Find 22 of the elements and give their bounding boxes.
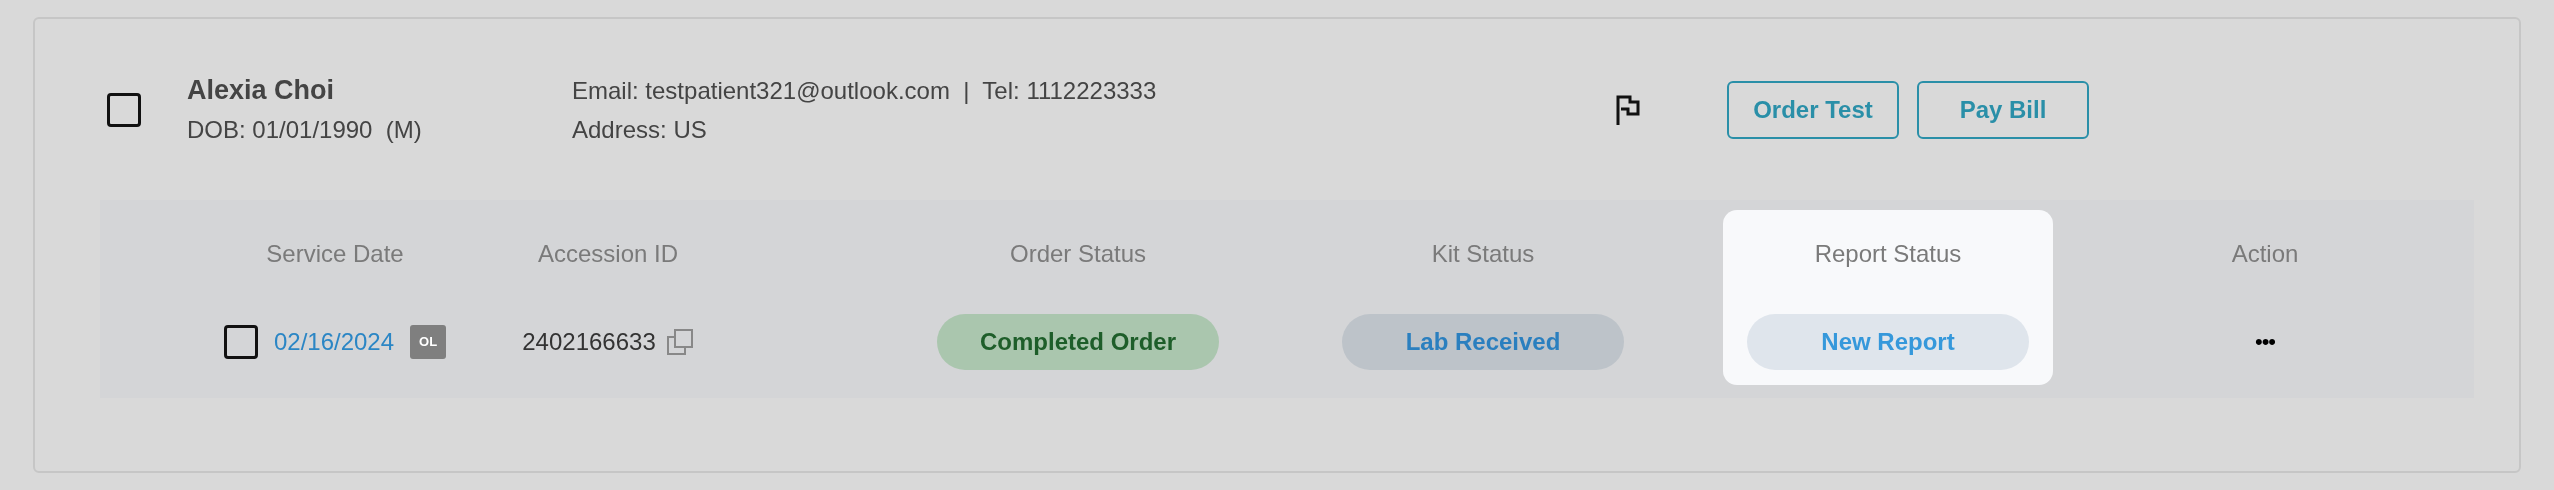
checkbox[interactable]	[223, 324, 258, 359]
date-of-birth: DOB: 01/01/1990 (M)	[187, 114, 423, 145]
kit-status-pill: Lab Received	[1342, 313, 1624, 370]
order-test-button[interactable]: Order Test	[1727, 80, 1899, 139]
service-date-link[interactable]: 02/16/2024	[273, 323, 395, 360]
contact-info: Email: testpatient321@outlook.com | Tel: 1112223333	[572, 75, 1158, 106]
column-header: Action	[2231, 239, 2299, 269]
accession-id: 2402166633	[522, 326, 656, 357]
column-header: Accession ID	[537, 239, 679, 269]
column-header: Report Status	[1814, 239, 1962, 269]
column-header: Service Date	[266, 239, 404, 269]
order-status-pill: Completed Order	[937, 313, 1219, 370]
column-header: Kit Status	[1431, 239, 1535, 269]
more-actions-button[interactable]: •••	[2254, 325, 2276, 358]
checkbox[interactable]	[107, 92, 141, 127]
pay-bill-button[interactable]: Pay Bill	[1917, 80, 2089, 139]
report-status-pill: New Report	[1747, 313, 2029, 370]
column-header: Order Status	[1009, 239, 1147, 269]
patient-name: Alexia Choi	[187, 73, 336, 107]
flag-icon[interactable]	[1615, 93, 1641, 126]
source-badge: OL	[410, 324, 447, 359]
address: Address: US	[572, 114, 708, 145]
